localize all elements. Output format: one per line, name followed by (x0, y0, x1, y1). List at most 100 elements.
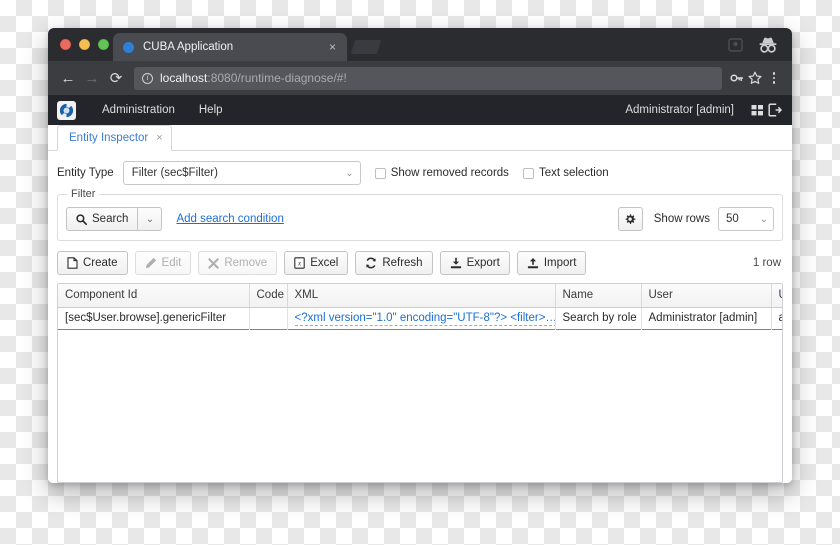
url-path: :8080/runtime-diagnose/#! (207, 71, 347, 85)
edit-button[interactable]: Edit (134, 251, 192, 275)
button-label: Create (83, 257, 118, 269)
excel-button[interactable]: x Excel (284, 251, 349, 275)
cell-name: Search by role (555, 307, 642, 329)
app-content: Entity Type Filter (sec$Filter) ⌄ Show r… (48, 151, 792, 483)
browser-menu-icon[interactable] (766, 72, 782, 84)
export-button[interactable]: Export (439, 251, 510, 275)
pencil-icon (145, 257, 157, 269)
url-text: localhost:8080/runtime-diagnose/#! (160, 71, 347, 85)
button-label: Refresh (382, 257, 423, 269)
password-key-icon[interactable] (730, 71, 748, 85)
forward-button[interactable]: → (80, 66, 104, 90)
remove-button[interactable]: Remove (198, 251, 278, 275)
close-icon[interactable]: × (326, 41, 339, 53)
close-window-button[interactable] (60, 39, 71, 50)
table-empty-area (58, 329, 782, 482)
button-label: Import (543, 257, 577, 269)
show-removed-records-checkbox[interactable]: Show removed records (374, 167, 509, 179)
refresh-button[interactable]: Refresh (355, 251, 433, 275)
entity-type-select[interactable]: Filter (sec$Filter) ⌄ (122, 161, 361, 185)
search-button-label: Search (92, 213, 129, 225)
checkbox-label: Show removed records (390, 167, 509, 179)
tab-entity-inspector[interactable]: Entity Inspector × (57, 125, 172, 151)
gear-icon (624, 213, 636, 225)
entity-table: Component Id Code XML Name User U [sec$U… (57, 283, 783, 483)
back-button[interactable]: ← (56, 66, 80, 90)
chevron-down-icon: ⌄ (145, 213, 155, 225)
crud-toolbar: Create Edit Remove x Excel Refresh Expor… (57, 251, 783, 275)
apps-grid-icon[interactable] (751, 104, 764, 117)
file-plus-icon (67, 257, 78, 269)
download-icon (450, 257, 462, 269)
show-rows-label: Show rows (653, 213, 710, 225)
magnifier-icon (76, 213, 87, 225)
app-tabsheet: Entity Inspector × (48, 125, 792, 151)
info-icon[interactable] (142, 72, 153, 84)
checkbox-box (374, 167, 386, 179)
search-options-button[interactable]: ⌄ (138, 207, 163, 231)
xml-link[interactable]: <?xml version="1.0" encoding="UTF-8"?> <… (294, 312, 554, 326)
logout-icon[interactable] (768, 103, 782, 117)
browser-address-bar: ← → ⟳ localhost:8080/runtime-diagnose/#! (48, 61, 792, 95)
minimize-window-button[interactable] (79, 39, 90, 50)
column-header-component-id[interactable]: Component Id (58, 284, 250, 308)
filter-panel: Filter Search ⌄ Add search condition Sho… (57, 188, 783, 241)
filter-settings-button[interactable] (617, 207, 643, 231)
maximize-window-button[interactable] (98, 39, 109, 50)
checkbox-label: Text selection (538, 167, 609, 179)
chevron-down-icon: ⌄ (345, 167, 354, 179)
entity-type-row: Entity Type Filter (sec$Filter) ⌄ Show r… (57, 161, 783, 185)
profile-avatar-icon[interactable] (728, 37, 744, 53)
refresh-icon (365, 257, 377, 269)
button-label: Export (466, 257, 500, 269)
cell-xml[interactable]: <?xml version="1.0" encoding="UTF-8"?> <… (287, 307, 556, 329)
entity-type-label: Entity Type (57, 167, 114, 179)
excel-sheet-icon: x (294, 257, 305, 269)
tab-label: Entity Inspector (69, 132, 149, 144)
entity-type-value: Filter (sec$Filter) (131, 167, 218, 179)
cuba-logo-icon (57, 100, 76, 120)
column-header-user[interactable]: User (641, 284, 772, 308)
menu-help[interactable]: Help (187, 95, 235, 125)
button-label: Excel (310, 257, 339, 269)
browser-window: CUBA Application × ← → ⟳ local (48, 28, 792, 483)
new-tab-button[interactable] (350, 40, 382, 54)
current-user-label: Administrator [admin] (625, 104, 734, 116)
x-cross-icon (208, 257, 220, 269)
column-header-u-truncated[interactable]: U (771, 284, 782, 308)
url-input[interactable]: localhost:8080/runtime-diagnose/#! (134, 66, 722, 90)
button-label: Edit (161, 257, 182, 269)
url-host: localhost (160, 71, 208, 85)
cell-u-truncated: a (771, 307, 782, 329)
window-traffic-lights (60, 39, 109, 50)
column-header-xml[interactable]: XML (287, 284, 556, 308)
cell-user: Administrator [admin] (641, 307, 772, 329)
column-header-code[interactable]: Code (249, 284, 288, 308)
checkbox-box (522, 167, 534, 179)
incognito-icon[interactable] (758, 36, 778, 54)
import-button[interactable]: Import (516, 251, 587, 275)
upload-icon (527, 257, 539, 269)
add-search-condition-link[interactable]: Add search condition (176, 213, 283, 225)
reload-button[interactable]: ⟳ (104, 66, 128, 90)
button-label: Remove (224, 257, 268, 269)
close-icon[interactable]: × (156, 132, 162, 144)
search-button[interactable]: Search (66, 207, 139, 231)
column-header-name[interactable]: Name (555, 284, 642, 308)
table-row[interactable]: [sec$User.browse].genericFilter <?xml ve… (58, 307, 782, 329)
browser-tab[interactable]: CUBA Application × (113, 33, 347, 61)
bookmark-star-icon[interactable] (748, 71, 766, 85)
chevron-down-icon: ⌄ (759, 213, 768, 225)
create-button[interactable]: Create (57, 251, 128, 275)
cell-component-id: [sec$User.browse].genericFilter (58, 307, 250, 329)
cuba-application: Administration Help Administrator [admin… (48, 95, 792, 483)
text-selection-checkbox[interactable]: Text selection (522, 167, 609, 179)
filter-panel-legend: Filter (67, 188, 100, 200)
browser-tab-title: CUBA Application (143, 41, 234, 53)
row-count-label: 1 row (752, 257, 781, 269)
menu-administration[interactable]: Administration (90, 95, 187, 125)
app-header: Administration Help Administrator [admin… (48, 95, 792, 125)
globe-icon (123, 41, 134, 53)
show-rows-select[interactable]: 50 ⌄ (718, 207, 774, 231)
show-rows-value: 50 (726, 213, 739, 225)
